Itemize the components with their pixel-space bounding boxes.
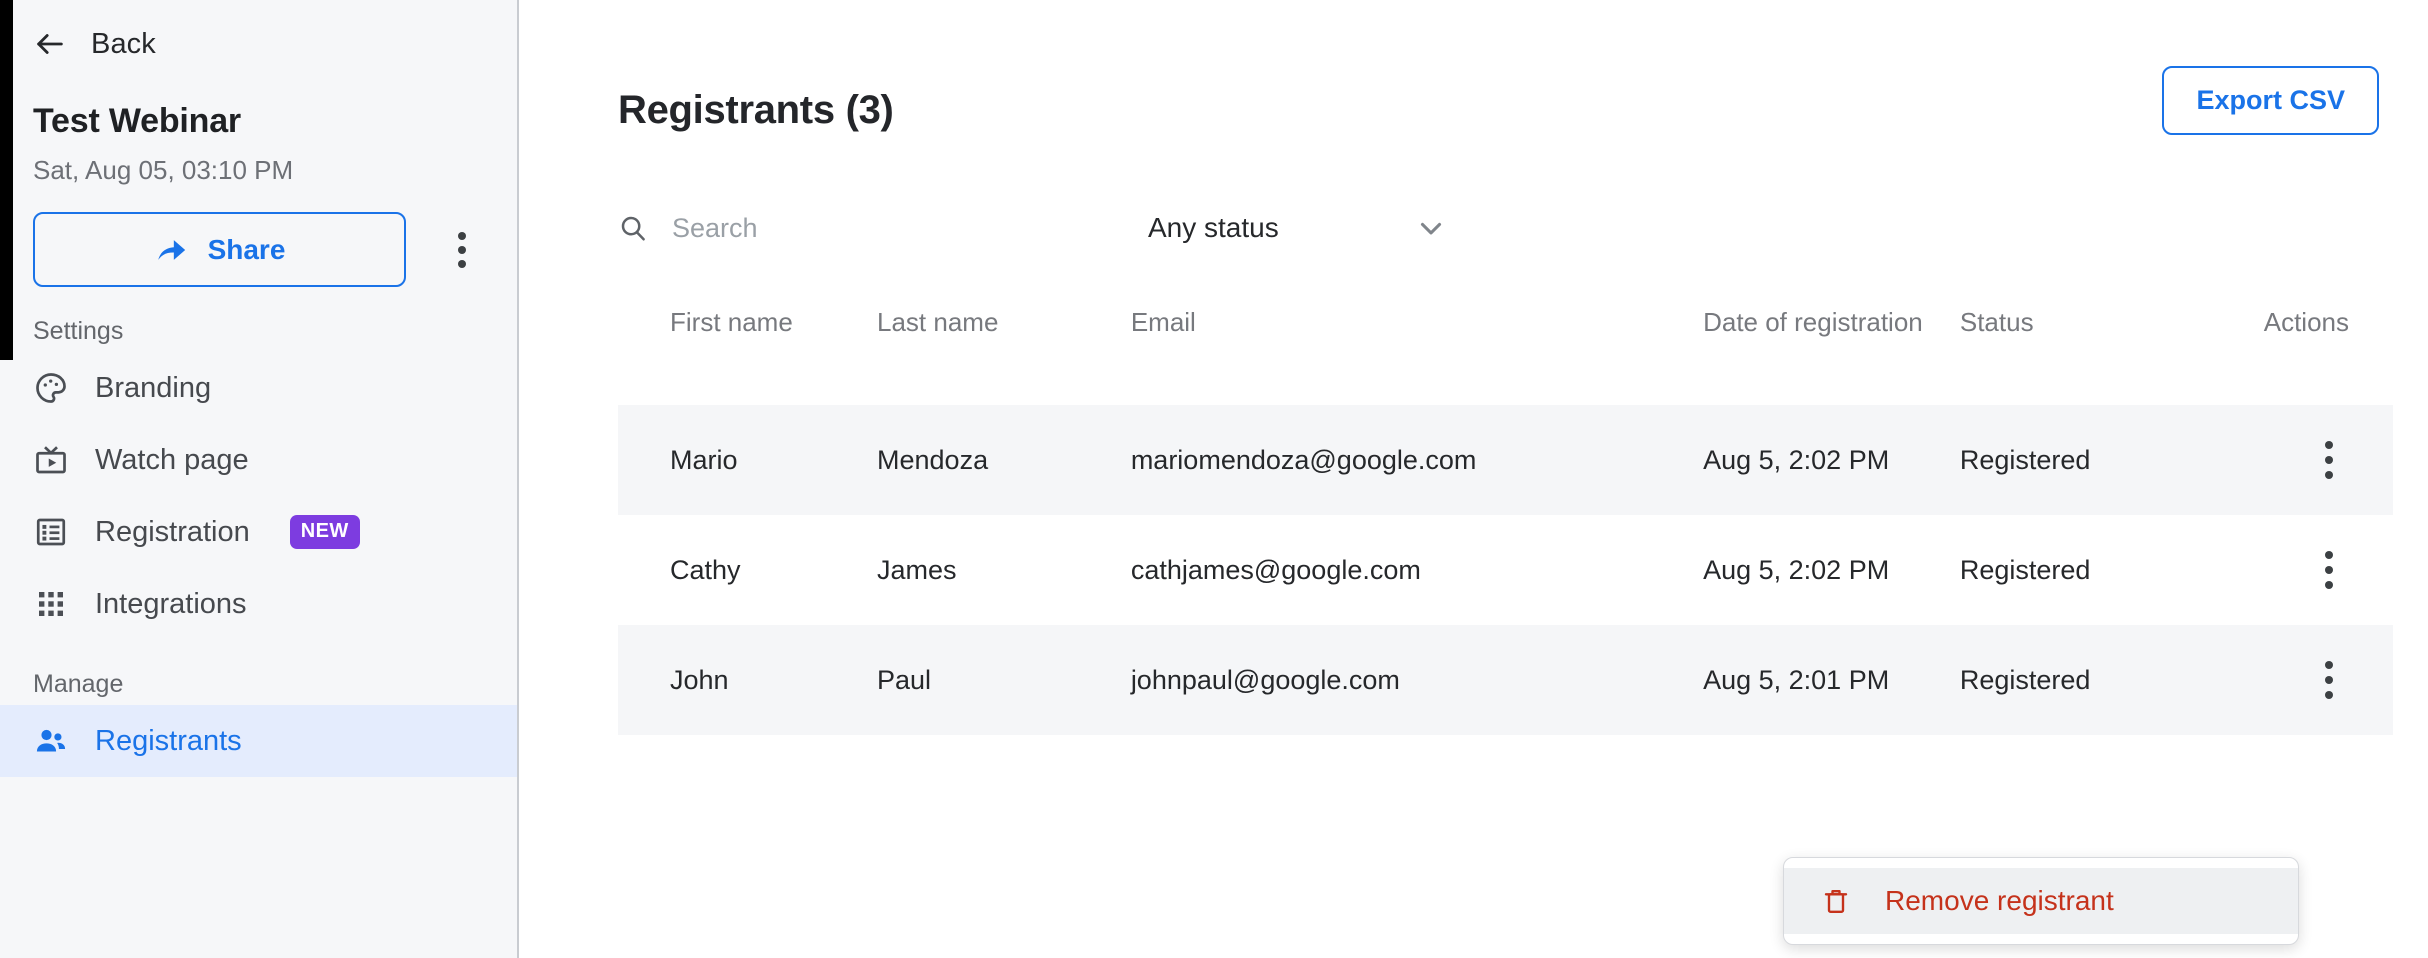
sidebar-section-settings: Settings — [33, 317, 124, 345]
people-icon — [36, 729, 66, 752]
cell-first-name: John — [670, 664, 729, 695]
search-input[interactable] — [672, 212, 912, 244]
main-content: Registrants (3) Export CSV Any status Fi… — [519, 0, 2428, 958]
column-header-first-name: First name — [670, 307, 793, 337]
sidebar-item-label: Registration — [95, 515, 250, 548]
cell-status: Registered — [1959, 664, 2091, 695]
share-arrow-icon — [157, 239, 185, 260]
remove-registrant-label: Remove registrant — [1885, 885, 2114, 916]
remove-registrant-menu-item[interactable]: Remove registrant — [1784, 868, 2298, 934]
cell-last-name: Paul — [877, 664, 932, 695]
cell-actions — [2242, 551, 2393, 589]
new-badge: NEW — [289, 515, 360, 549]
dot — [2325, 691, 2333, 699]
palette-icon — [36, 373, 66, 403]
list-icon — [36, 518, 66, 546]
row-more-options-button[interactable] — [2309, 551, 2349, 589]
status-filter-value: Any status — [1148, 212, 1279, 243]
dot — [2325, 581, 2333, 589]
dot — [2325, 661, 2333, 669]
cell-date: Aug 5, 2:01 PM — [1703, 664, 1890, 695]
status-filter-dropdown[interactable]: Any status — [1148, 211, 1448, 245]
column-header-status: Status — [1959, 307, 2034, 337]
column-header-date: Date of registration — [1703, 307, 1923, 337]
share-button[interactable]: Share — [33, 212, 406, 287]
dot — [2325, 676, 2333, 684]
sidebar-item-label: Integrations — [95, 587, 247, 620]
export-csv-button[interactable]: Export CSV — [2162, 66, 2379, 135]
row-more-options-button[interactable] — [2309, 441, 2349, 479]
arrow-left-icon — [37, 34, 63, 54]
dot — [2325, 566, 2333, 574]
table-row[interactable]: Cathy James cathjames@google.com Aug 5, … — [618, 515, 2393, 625]
share-row: Share — [0, 186, 517, 287]
table-header-row: First name Last name Email Date of regis… — [618, 295, 2393, 405]
share-label: Share — [207, 233, 286, 265]
dot — [458, 259, 466, 268]
sidebar: Back Test Webinar Sat, Aug 05, 03:10 PM … — [0, 0, 519, 958]
search-icon — [621, 216, 645, 241]
dot — [458, 231, 466, 240]
row-more-options-button[interactable] — [2309, 661, 2349, 699]
column-header-email: Email — [1130, 307, 1196, 337]
sidebar-item-branding[interactable]: Branding — [0, 352, 517, 424]
sidebar-item-registration[interactable]: Registration NEW — [0, 496, 517, 568]
cell-actions — [2242, 441, 2393, 479]
sidebar-section-manage: Manage — [33, 670, 124, 698]
back-label: Back — [91, 27, 156, 60]
sidebar-item-label: Registrants — [95, 724, 242, 757]
sidebar-item-registrants[interactable]: Registrants — [0, 705, 517, 777]
column-header-actions: Actions — [2263, 307, 2349, 337]
webinar-more-options-button[interactable] — [434, 222, 490, 278]
sidebar-item-label: Watch page — [95, 443, 249, 476]
cell-last-name: James — [877, 554, 957, 585]
table-row[interactable]: Mario Mendoza mariomendoza@google.com Au… — [618, 405, 2393, 515]
tv-icon — [36, 446, 66, 474]
webinar-date: Sat, Aug 05, 03:10 PM — [33, 155, 294, 185]
dot — [2325, 456, 2333, 464]
grid-icon — [39, 592, 63, 616]
cell-date: Aug 5, 2:02 PM — [1703, 444, 1890, 475]
sidebar-item-integrations[interactable]: Integrations — [0, 568, 517, 640]
cell-date: Aug 5, 2:02 PM — [1703, 554, 1890, 585]
cell-last-name: Mendoza — [877, 444, 989, 475]
dot — [2325, 551, 2333, 559]
dot — [2325, 471, 2333, 479]
sidebar-item-label: Branding — [95, 371, 212, 404]
cell-status: Registered — [1959, 554, 2091, 585]
sidebar-item-watch-page[interactable]: Watch page — [0, 424, 517, 496]
filter-row: Any status — [519, 157, 2428, 245]
search-box[interactable] — [618, 212, 948, 244]
table-row[interactable]: John Paul johnpaul@google.com Aug 5, 2:0… — [618, 625, 2393, 735]
webinar-title: Test Webinar — [33, 102, 241, 140]
cell-email: mariomendoza@google.com — [1130, 444, 1477, 475]
cell-status: Registered — [1959, 444, 2091, 475]
cell-first-name: Cathy — [670, 554, 741, 585]
cell-email: johnpaul@google.com — [1130, 664, 1400, 695]
chevron-down-icon — [1420, 222, 1442, 235]
cell-actions — [2242, 661, 2393, 699]
left-accent-rail — [0, 0, 13, 360]
trash-icon — [1824, 890, 1848, 913]
dot — [2325, 441, 2333, 449]
cell-email: cathjames@google.com — [1130, 554, 1421, 585]
registrants-table: First name Last name Email Date of regis… — [519, 295, 2428, 735]
dot — [458, 245, 466, 254]
main-header: Registrants (3) Export CSV — [519, 0, 2428, 157]
cell-first-name: Mario — [670, 444, 738, 475]
app-root: Back Test Webinar Sat, Aug 05, 03:10 PM … — [0, 0, 2428, 958]
column-header-last-name: Last name — [877, 307, 999, 337]
back-button[interactable]: Back — [0, 0, 517, 64]
row-context-menu: Remove registrant — [1783, 857, 2299, 945]
page-title: Registrants (3) — [618, 88, 894, 132]
